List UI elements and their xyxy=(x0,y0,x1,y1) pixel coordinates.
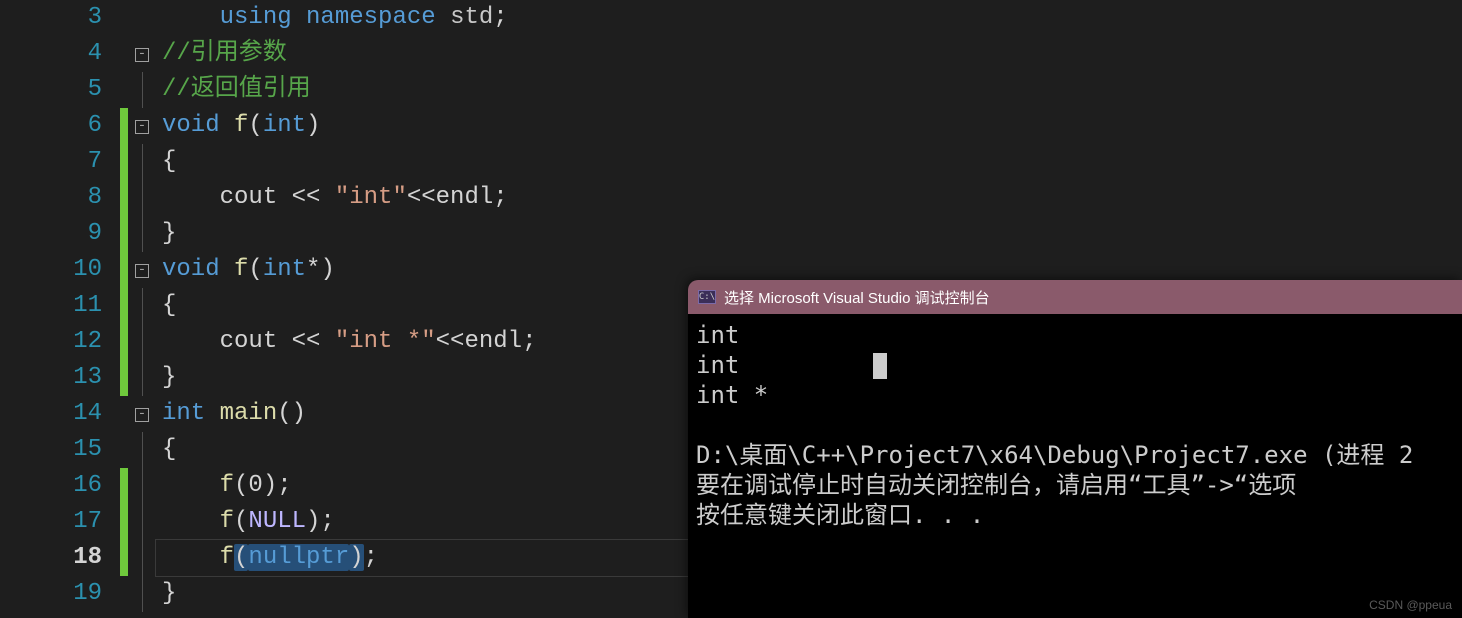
line-number: 7 xyxy=(0,144,102,180)
change-marker xyxy=(120,108,128,144)
line-number: 13 xyxy=(0,360,102,396)
console-title: 选择 Microsoft Visual Studio 调试控制台 xyxy=(724,287,990,308)
console-icon: C:\ xyxy=(698,290,716,304)
console-line: D:\桌面\C++\Project7\x64\Debug\Project7.ex… xyxy=(696,440,1454,470)
fold-cell xyxy=(128,432,156,468)
line-number: 6 xyxy=(0,108,102,144)
change-marker xyxy=(120,180,128,216)
line-number: 18 xyxy=(0,540,102,576)
code-line[interactable]: using namespace std; xyxy=(156,0,1462,36)
fold-cell xyxy=(128,324,156,360)
change-marker xyxy=(120,468,128,504)
code-line[interactable]: //引用参数 xyxy=(156,36,1462,72)
change-marker xyxy=(120,288,128,324)
fold-cell[interactable]: - xyxy=(128,36,156,72)
console-line xyxy=(696,410,1454,440)
change-marker xyxy=(120,324,128,360)
fold-cell[interactable]: - xyxy=(128,396,156,432)
change-marker xyxy=(120,216,128,252)
console-line: 按任意键关闭此窗口. . . xyxy=(696,500,1454,530)
code-line[interactable]: cout << "int"<<endl; xyxy=(156,180,1462,216)
fold-toggle-icon[interactable]: - xyxy=(135,120,149,134)
change-marker xyxy=(120,72,128,108)
change-marker xyxy=(120,540,128,576)
code-folding-column[interactable]: - - - - xyxy=(128,0,156,618)
code-line[interactable]: void f(int) xyxy=(156,108,1462,144)
change-marker xyxy=(120,144,128,180)
watermark-text: CSDN @ppeua xyxy=(1369,598,1452,612)
fold-cell[interactable]: - xyxy=(128,252,156,288)
line-number: 15 xyxy=(0,432,102,468)
fold-toggle-icon[interactable]: - xyxy=(135,48,149,62)
console-line: 要在调试停止时自动关闭控制台，请启用“工具”->“选项 xyxy=(696,470,1454,500)
line-number: 5 xyxy=(0,72,102,108)
debug-console-window[interactable]: C:\ 选择 Microsoft Visual Studio 调试控制台 int… xyxy=(688,280,1462,618)
line-number: 8 xyxy=(0,180,102,216)
fold-toggle-icon[interactable]: - xyxy=(135,408,149,422)
line-number: 4 xyxy=(0,36,102,72)
change-marker xyxy=(120,36,128,72)
fold-cell xyxy=(128,288,156,324)
line-number: 14 xyxy=(0,396,102,432)
console-output[interactable]: intint int * D:\桌面\C++\Project7\x64\Debu… xyxy=(688,314,1462,536)
line-number: 16 xyxy=(0,468,102,504)
code-line[interactable]: { xyxy=(156,144,1462,180)
line-number: 11 xyxy=(0,288,102,324)
line-number: 10 xyxy=(0,252,102,288)
console-cursor xyxy=(873,353,887,379)
change-marker xyxy=(120,432,128,468)
fold-toggle-icon[interactable]: - xyxy=(135,264,149,278)
change-marker xyxy=(120,576,128,612)
fold-cell xyxy=(128,144,156,180)
fold-cell xyxy=(128,180,156,216)
line-number: 19 xyxy=(0,576,102,612)
code-line[interactable]: //返回值引用 xyxy=(156,72,1462,108)
line-number: 3 xyxy=(0,0,102,36)
console-line: int xyxy=(696,350,1454,380)
change-marker xyxy=(120,360,128,396)
fold-cell[interactable]: - xyxy=(128,108,156,144)
code-line[interactable]: } xyxy=(156,216,1462,252)
fold-cell xyxy=(128,360,156,396)
change-indicator-bar xyxy=(120,0,128,618)
fold-cell xyxy=(128,216,156,252)
fold-cell xyxy=(128,576,156,612)
console-line: int * xyxy=(696,380,1454,410)
fold-cell xyxy=(128,540,156,576)
change-marker xyxy=(120,504,128,540)
change-marker xyxy=(120,252,128,288)
console-titlebar[interactable]: C:\ 选择 Microsoft Visual Studio 调试控制台 xyxy=(688,280,1462,314)
line-number-gutter: 345678910111213141516171819 xyxy=(0,0,120,618)
fold-cell xyxy=(128,0,156,36)
console-line: int xyxy=(696,320,1454,350)
change-marker xyxy=(120,396,128,432)
fold-cell xyxy=(128,504,156,540)
fold-cell xyxy=(128,72,156,108)
fold-cell xyxy=(128,468,156,504)
line-number: 17 xyxy=(0,504,102,540)
line-number: 9 xyxy=(0,216,102,252)
change-marker xyxy=(120,0,128,36)
line-number: 12 xyxy=(0,324,102,360)
